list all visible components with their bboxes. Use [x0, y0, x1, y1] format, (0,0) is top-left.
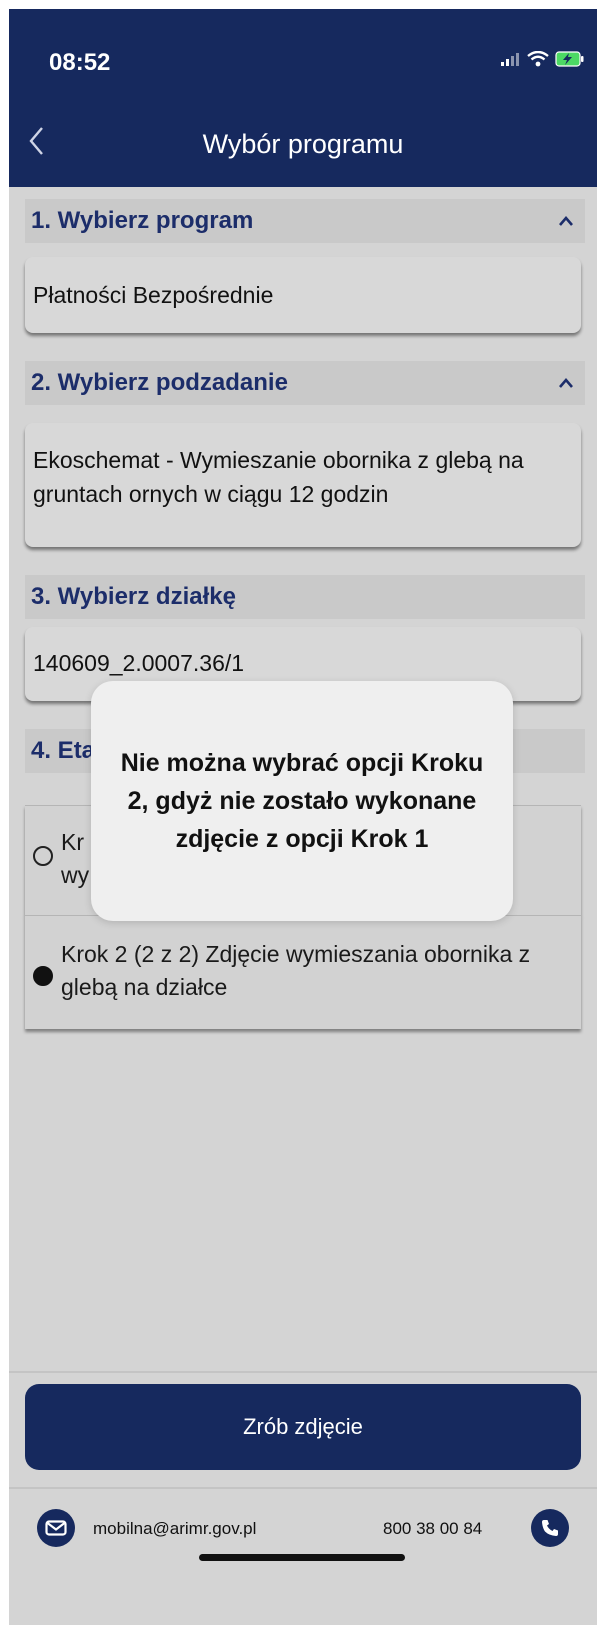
home-indicator [199, 1554, 405, 1561]
page-title: Wybór programu [202, 129, 404, 159]
chevron-up-icon [553, 373, 579, 393]
status-time: 08:52 [49, 49, 111, 76]
take-photo-button[interactable]: Zrób zdjęcie [25, 1384, 581, 1470]
wifi-icon [527, 51, 549, 67]
footer-divider [9, 1487, 597, 1489]
take-photo-label: Zrób zdjęcie [243, 1414, 363, 1439]
section-title-program: 1. Wybierz program [31, 207, 254, 234]
radio-selected[interactable] [33, 966, 53, 986]
chevron-up-icon [553, 211, 579, 231]
stage-option-step-2[interactable]: Krok 2 (2 z 2) Zdjęcie wymieszania oborn… [25, 915, 581, 1029]
section-title-subtask: 2. Wybierz podzadanie [31, 369, 288, 396]
program-value: Płatności Bezpośrednie [33, 282, 274, 308]
program-select[interactable]: Płatności Bezpośrednie [25, 257, 581, 333]
radio-unselected[interactable] [33, 846, 53, 866]
signal-icon [501, 53, 519, 66]
battery-charging-icon [555, 51, 584, 67]
top-bar: 08:52 Wybór programu [9, 9, 597, 187]
contact-email-link[interactable]: mobilna@arimr.gov.pl [93, 1519, 256, 1539]
subtask-value: Ekoschemat - Wymieszanie obornika z gleb… [33, 447, 524, 507]
stage-option-step-2-label: Krok 2 (2 z 2) Zdjęcie wymieszania oborn… [61, 941, 531, 1000]
section-title-stage: 4. Eta [31, 737, 96, 764]
parcel-value: 140609_2.0007.36/1 [33, 650, 245, 676]
toast-message: Nie można wybrać opcji Kroku 2, gdyż nie… [120, 749, 484, 853]
subtask-select[interactable]: Ekoschemat - Wymieszanie obornika z gleb… [25, 423, 581, 547]
stage-option-step-1-line2: wy [61, 862, 90, 888]
app-screen: 08:52 Wybór programu 1. Wybierz program … [9, 9, 597, 1625]
stage-option-step-1-label: Kr wy [61, 806, 89, 892]
bottom-divider [9, 1371, 597, 1373]
footer: mobilna@arimr.gov.pl 800 38 00 84 [9, 1501, 597, 1561]
stage-option-step-1-line1: Kr [61, 829, 84, 855]
phone-icon[interactable] [531, 1509, 569, 1547]
section-header-subtask[interactable]: 2. Wybierz podzadanie [25, 361, 585, 405]
section-header-program[interactable]: 1. Wybierz program [25, 199, 585, 243]
contact-phone-link[interactable]: 800 38 00 84 [383, 1519, 482, 1539]
error-toast: Nie można wybrać opcji Kroku 2, gdyż nie… [91, 681, 513, 921]
status-icons [501, 51, 585, 67]
section-header-parcel[interactable]: 3. Wybierz działkę [25, 575, 585, 619]
mail-icon[interactable] [37, 1509, 75, 1547]
section-title-parcel: 3. Wybierz działkę [31, 583, 236, 610]
